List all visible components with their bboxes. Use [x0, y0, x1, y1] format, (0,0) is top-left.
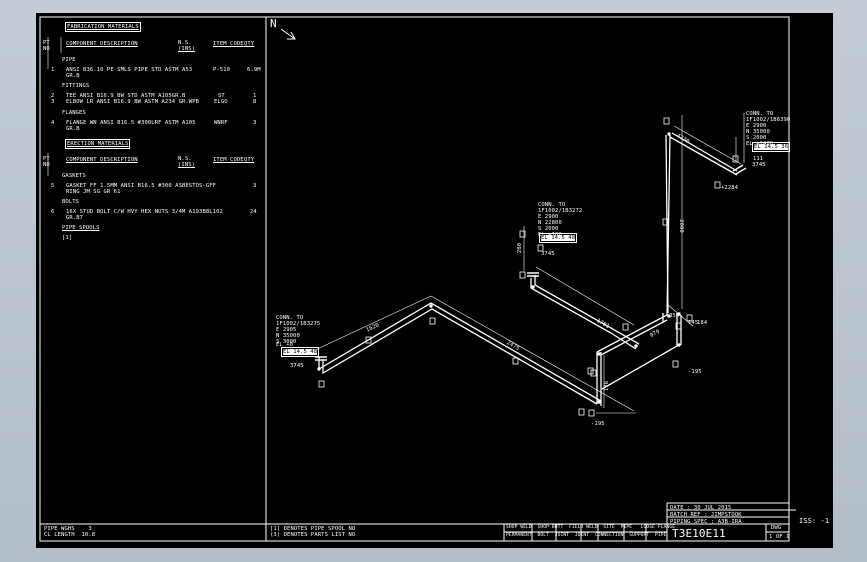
col-ins-2: (INS) — [178, 162, 196, 168]
pipe-item-no: 1 — [51, 67, 55, 73]
col-qty: QTY — [244, 41, 255, 47]
col-item-code: ITEM CODE — [213, 41, 244, 47]
col-description-2: COMPONENT DESCRIPTION — [66, 157, 138, 163]
pipe-item-qty: 6.9M — [247, 67, 261, 73]
pipe-item-desc: ANSI B36.10 PE SMLS PIPE STD ASTM A53 — [66, 67, 193, 73]
pipe-heading: PIPE — [62, 57, 76, 63]
drawing-sheet: N FABRICATION MATERIALS PT NO COMPONENT … — [36, 13, 833, 548]
pipe-spools-heading: PIPE SPOOLS — [62, 225, 100, 231]
dim-label: 3745 — [290, 363, 304, 369]
elevation-label: +2284 — [721, 185, 739, 191]
bolt-no: 6 — [51, 209, 55, 215]
issue-field: ISS: -1 — [799, 517, 830, 525]
col-ins: (INS) — [178, 46, 196, 52]
north-label: N — [270, 17, 277, 30]
fit2-no: 3 — [51, 99, 55, 105]
elevation-label: -195 — [591, 421, 605, 427]
dim-label: 184 — [697, 320, 708, 326]
parts-note: (3) DENOTES PARTS LIST NO — [270, 532, 356, 538]
col-description: COMPONENT DESCRIPTION — [66, 41, 138, 47]
erection-materials-heading: ERECTION MATERIALS — [64, 139, 131, 149]
legend-row-2: PERMANENT BOLT JOINT JOINT CONNECTION SU… — [506, 533, 667, 538]
fit2-desc: ELBOW LR ANSI B16.9 BW ASTM A234 GR.WPB — [66, 99, 200, 105]
dim-label: 3745 — [752, 162, 766, 168]
col-item-code-2: ITEM CODE — [213, 157, 244, 163]
dim-label: 176 — [604, 380, 611, 392]
pipe-item-desc-2: GR.B — [66, 73, 80, 79]
tag-left: EL 14.5 48 — [280, 347, 320, 357]
pipe-item-code: P-510 — [213, 67, 231, 73]
date-field: DATE : 30 JUL 2015 — [670, 505, 732, 511]
spec-field: PIPING SPEC : A3B-IRA — [670, 519, 742, 525]
dwg-label: DWG — [771, 525, 782, 531]
fit2-code: ELGO — [214, 99, 228, 105]
flange-desc: FLANGE WN ANSI B16.5 #300LRF ASTM A105 — [66, 120, 196, 126]
fit2-qty: 8 — [253, 99, 257, 105]
elevation-label: -195 — [688, 369, 702, 375]
sheet-number: 1 OF 1 — [769, 534, 790, 540]
tag-right: EL 14.5 36 — [751, 142, 791, 152]
flange-code: WNRF — [214, 120, 228, 126]
gasket-no: 5 — [51, 183, 55, 189]
pipe-spool-1: [1] — [62, 235, 73, 241]
flange-no: 4 — [51, 120, 55, 126]
gasket-desc-2: RING JM SG GR 61 — [66, 189, 121, 195]
col-no-2: NO — [43, 162, 50, 168]
batch-field: BATCH REF : JIMPSTOOK — [670, 512, 742, 518]
gasket-qty: 3 — [253, 183, 257, 189]
drawing-number: T3E10E11 — [672, 527, 726, 540]
flanges-heading: FLANGES — [62, 110, 86, 116]
flange-desc-2: GR.B — [66, 126, 80, 132]
fittings-heading: FITTINGS — [62, 83, 90, 89]
dim-label: 2000 — [677, 219, 684, 233]
col-no: NO — [43, 46, 50, 52]
fab-materials-heading: FABRICATION MATERIALS — [65, 22, 141, 32]
dim-label: 350 — [669, 313, 680, 319]
dim-label: 111 — [753, 156, 764, 162]
col-qty-2: QTY — [244, 157, 255, 163]
bolt-desc: 16X STUD BOLT C/W HVY HEX NUTS 3/4M A193… — [66, 209, 223, 215]
dim-label: 3745 — [541, 251, 555, 257]
tag-mid: EL 14.5 48 — [538, 233, 578, 243]
legend-row-1: SHOP WELD SHOP BUTT FIELD WELD SITE PIPE… — [506, 525, 676, 530]
flange-qty: 3 — [253, 120, 257, 126]
dim-label: 280 — [517, 242, 524, 254]
gaskets-heading: GASKETS — [62, 173, 86, 179]
cl-length: CL LENGTH 10.8 — [44, 532, 96, 538]
bolt-desc-2: GR.B7 — [66, 215, 84, 221]
bolts-heading: BOLTS — [62, 199, 80, 205]
bolt-qty: 24 — [250, 209, 257, 215]
